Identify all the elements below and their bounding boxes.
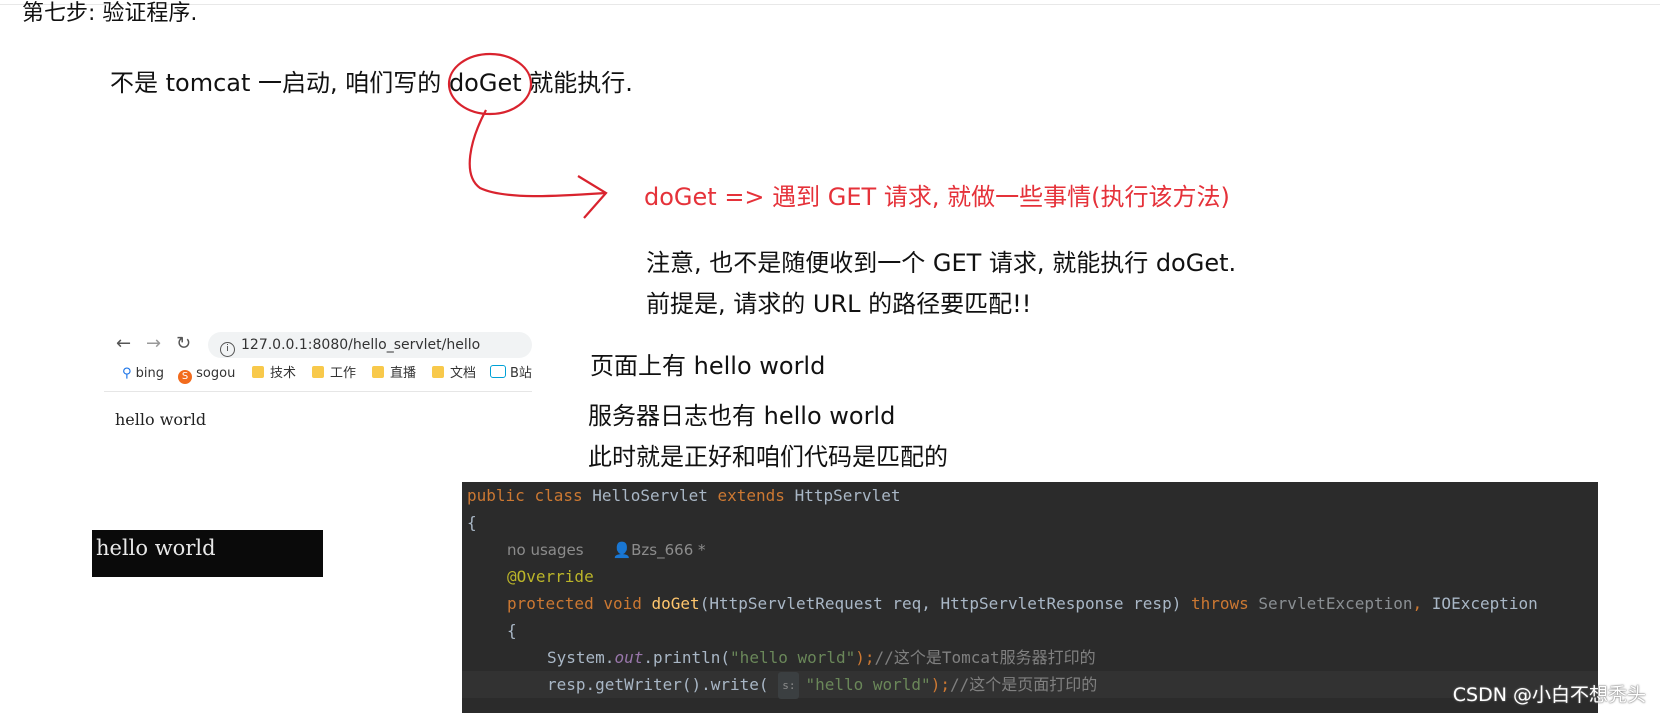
- search-icon: ⚲: [122, 366, 132, 381]
- code-line-inner-brace: {: [507, 621, 517, 640]
- bookmark-folder-live[interactable]: 直播: [372, 362, 416, 386]
- arrow-head: [577, 175, 608, 219]
- browser-divider: [104, 391, 532, 392]
- info-icon[interactable]: i: [220, 342, 235, 357]
- result-line-1: 页面上有 hello world: [590, 352, 826, 380]
- result-line-3: 此时就是正好和咱们代码是匹配的: [588, 443, 948, 471]
- code-editor: public class HelloServlet extends HttpSe…: [462, 482, 1598, 713]
- code-inlay-hints: no usages 👤Bzs_666 *: [507, 536, 706, 563]
- folder-icon: [312, 366, 324, 378]
- bookmarks-bar: ⚲ bing S sogou 技术 工作 直播 文档 B站: [110, 362, 532, 386]
- csdn-watermark: CSDN @小白不想秃头: [1452, 684, 1646, 706]
- doget-note: doGet => 遇到 GET 请求, 就做一些事情(执行该方法): [644, 183, 1230, 211]
- browser-address-row: ← → ↻ i 127.0.0.1:8080/hello_servlet/hell…: [110, 330, 532, 358]
- doget-circle: [447, 52, 533, 116]
- result-line-2: 服务器日志也有 hello world: [588, 402, 896, 430]
- sogou-icon: S: [178, 370, 192, 384]
- forward-arrow-icon[interactable]: →: [146, 332, 161, 356]
- bookmark-folder-work[interactable]: 工作: [312, 362, 356, 386]
- code-line-brace: {: [467, 513, 477, 532]
- note-line-1: 注意, 也不是随便收到一个 GET 请求, 就能执行 doGet.: [646, 249, 1237, 277]
- usages-hint[interactable]: no usages: [507, 541, 584, 559]
- page-hello-world: hello world: [115, 410, 207, 429]
- reload-icon[interactable]: ↻: [176, 332, 191, 356]
- console-text: hello world: [96, 536, 216, 560]
- url-text: 127.0.0.1:8080/hello_servlet/hello: [241, 337, 481, 353]
- code-line-method: protected void doGet(HttpServletRequest …: [507, 594, 1538, 613]
- bookmark-folder-tech[interactable]: 技术: [252, 362, 296, 386]
- param-hint-chip: s:: [778, 672, 800, 699]
- bookmark-sogou[interactable]: S sogou: [178, 362, 235, 386]
- folder-icon: [372, 366, 384, 378]
- bookmark-folder-docs[interactable]: 文档: [432, 362, 476, 386]
- bookmark-bilibili[interactable]: B站: [490, 362, 532, 386]
- back-arrow-icon[interactable]: ←: [116, 332, 131, 356]
- code-line-write: resp.getWriter().write( s: "hello world")…: [547, 671, 1097, 699]
- console-output: hello world: [92, 530, 323, 577]
- user-icon: 👤: [612, 541, 632, 559]
- code-line-println: System.out.println("hello world");//这个是T…: [547, 648, 1096, 667]
- code-line-annotation: @Override: [507, 567, 594, 586]
- arrow-curve: [468, 109, 607, 198]
- author-hint[interactable]: Bzs_666 *: [631, 541, 705, 559]
- bookmark-bing[interactable]: ⚲ bing: [122, 362, 164, 386]
- address-bar[interactable]: i 127.0.0.1:8080/hello_servlet/hello: [208, 332, 532, 358]
- folder-icon: [432, 366, 444, 378]
- bilibili-icon: [490, 365, 506, 378]
- note-line-2: 前提是, 请求的 URL 的路径要匹配!!: [646, 290, 1032, 318]
- code-line-class: public class HelloServlet extends HttpSe…: [467, 486, 901, 505]
- folder-icon: [252, 366, 264, 378]
